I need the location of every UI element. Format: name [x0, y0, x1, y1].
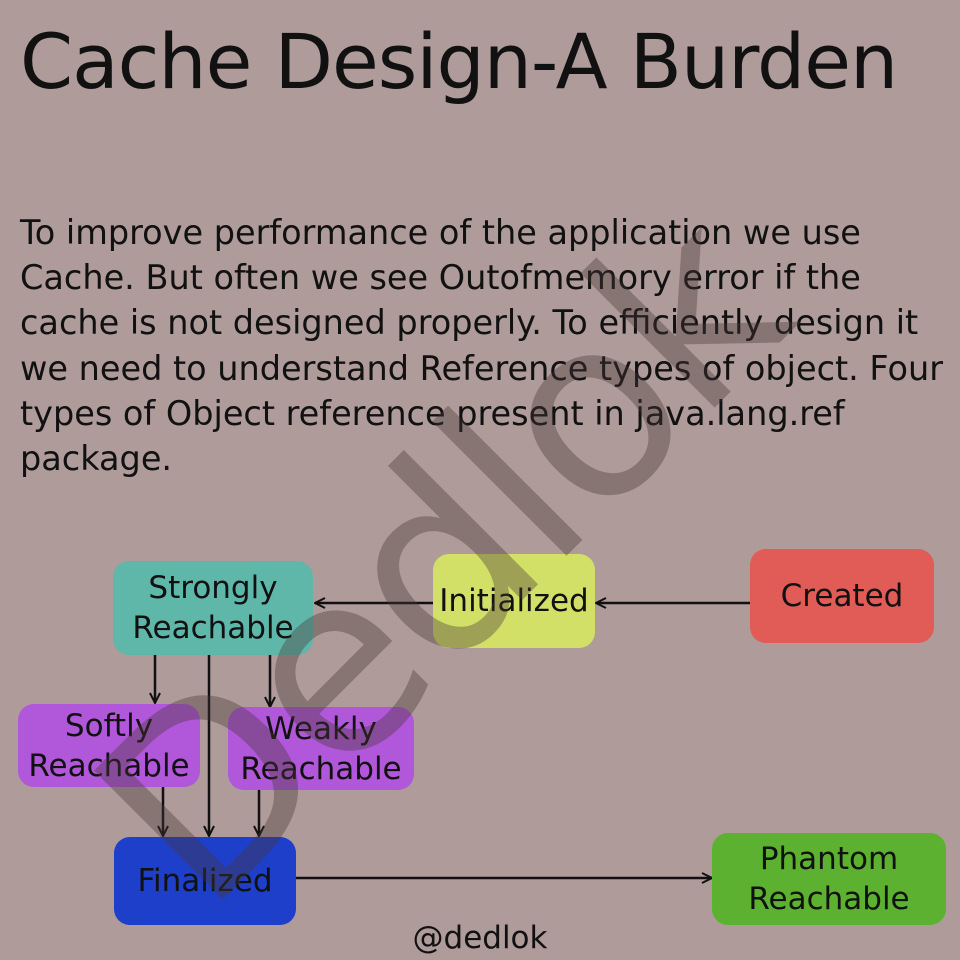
- node-initialized: Initialized: [433, 554, 595, 648]
- node-strongly-reachable-label: Strongly Reachable: [132, 570, 294, 646]
- node-finalized: Finalized: [114, 837, 296, 925]
- node-softly-reachable: Softly Reachable: [18, 704, 200, 787]
- node-phantom-reachable: Phantom Reachable: [712, 833, 946, 925]
- node-weakly-reachable-label: Weakly Reachable: [240, 710, 402, 787]
- reference-lifecycle-diagram: Strongly Reachable Initialized Created S…: [0, 0, 960, 960]
- node-softly-reachable-label: Softly Reachable: [28, 707, 190, 784]
- node-strongly-reachable: Strongly Reachable: [113, 561, 313, 655]
- node-created-label: Created: [780, 578, 904, 614]
- node-weakly-reachable: Weakly Reachable: [228, 707, 414, 790]
- node-created: Created: [750, 549, 934, 643]
- diagram-arrows: [0, 0, 750, 960]
- node-phantom-reachable-label: Phantom Reachable: [748, 841, 910, 917]
- node-initialized-label: Initialized: [439, 583, 589, 619]
- footer-handle: @dedlok: [412, 920, 548, 956]
- node-finalized-label: Finalized: [137, 863, 273, 899]
